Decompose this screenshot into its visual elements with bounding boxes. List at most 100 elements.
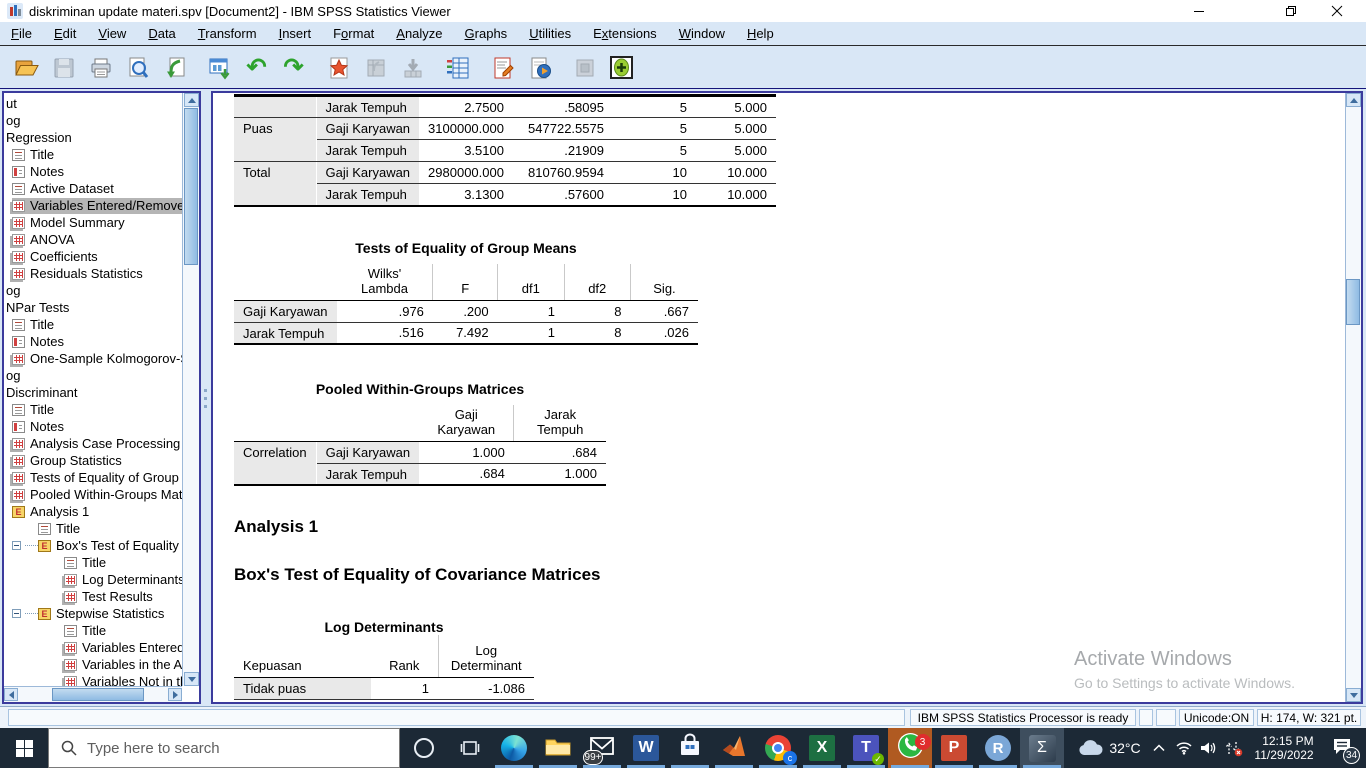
- outline-item[interactable]: Variables in the Ana: [4, 656, 182, 673]
- outline-item-inner[interactable]: Box's Test of Equality of C: [38, 538, 182, 554]
- restore-button[interactable]: [1268, 0, 1314, 22]
- store-taskbar-button[interactable]: [668, 728, 712, 768]
- outline-item-inner[interactable]: Discriminant: [6, 385, 81, 401]
- teams-taskbar-button[interactable]: T✓: [844, 728, 888, 768]
- outline-item[interactable]: og: [4, 112, 182, 129]
- outline-item[interactable]: Title: [4, 401, 182, 418]
- pooled-matrices-table[interactable]: Gaji KaryawanJarak TempuhCorrelationGaji…: [234, 405, 606, 486]
- outline-item-inner[interactable]: Model Summary: [12, 215, 128, 231]
- menu-transform[interactable]: Transform: [187, 26, 268, 41]
- collapse-expander-icon[interactable]: [12, 541, 21, 550]
- outline-item-inner[interactable]: Tests of Equality of Group Me: [12, 470, 182, 486]
- outline-item[interactable]: Residuals Statistics: [4, 265, 182, 282]
- sync-error-icon[interactable]: [1220, 728, 1248, 768]
- export-output-button[interactable]: [156, 50, 193, 85]
- outline-item-inner[interactable]: Title: [12, 317, 57, 333]
- outline-item[interactable]: NPar Tests: [4, 299, 182, 316]
- pane-splitter[interactable]: [204, 389, 208, 413]
- run-script-button[interactable]: [521, 50, 558, 85]
- volume-icon[interactable]: [1196, 728, 1220, 768]
- edit-syntax-button[interactable]: [484, 50, 521, 85]
- outline-item[interactable]: og: [4, 367, 182, 384]
- outline-item[interactable]: Title: [4, 622, 182, 639]
- r-taskbar-button[interactable]: R: [976, 728, 1020, 768]
- outline-item[interactable]: Analysis 1: [4, 503, 182, 520]
- outline-item[interactable]: Variables Not in the: [4, 673, 182, 686]
- close-button[interactable]: [1314, 0, 1360, 22]
- outline-item-inner[interactable]: ANOVA: [12, 232, 78, 248]
- outline-hscrollbar[interactable]: [4, 686, 182, 702]
- task-view-button[interactable]: [448, 728, 492, 768]
- action-center-button[interactable]: 34: [1322, 728, 1362, 768]
- explorer-taskbar-button[interactable]: [536, 728, 580, 768]
- outline-item-inner[interactable]: Notes: [12, 164, 67, 180]
- outline-item-inner[interactable]: One-Sample Kolmogorov-Sm: [12, 351, 182, 367]
- show-all-button[interactable]: [603, 50, 640, 85]
- log-determinants-table[interactable]: KepuasanRankLog DeterminantTidak puas1-1…: [234, 635, 534, 700]
- print-preview-button[interactable]: [119, 50, 156, 85]
- outline-item[interactable]: Title: [4, 520, 182, 537]
- outline-item[interactable]: Analysis Case Processing Su: [4, 435, 182, 452]
- outline-item[interactable]: Log Determinants: [4, 571, 182, 588]
- outline-item-inner[interactable]: Title: [64, 623, 109, 639]
- menu-utilities[interactable]: Utilities: [518, 26, 582, 41]
- outline-item[interactable]: Active Dataset: [4, 180, 182, 197]
- outline-item-inner[interactable]: Coefficients: [12, 249, 101, 265]
- outline-item-inner[interactable]: Stepwise Statistics: [38, 606, 167, 622]
- outline-item-inner[interactable]: Variables Not in the: [64, 674, 182, 687]
- whatsapp-taskbar-button[interactable]: 3: [888, 728, 932, 768]
- menu-data[interactable]: Data: [137, 26, 186, 41]
- outline-item-inner[interactable]: Title: [12, 402, 57, 418]
- outline-hscroll-thumb[interactable]: [52, 688, 144, 701]
- open-file-button[interactable]: [8, 50, 45, 85]
- excel-taskbar-button[interactable]: X: [800, 728, 844, 768]
- outline-item[interactable]: Tests of Equality of Group Me: [4, 469, 182, 486]
- redo-button[interactable]: ↷: [275, 50, 312, 85]
- outline-item[interactable]: Notes: [4, 333, 182, 350]
- menu-analyze[interactable]: Analyze: [385, 26, 453, 41]
- outline-item[interactable]: Group Statistics: [4, 452, 182, 469]
- menu-graphs[interactable]: Graphs: [454, 26, 519, 41]
- outline-item[interactable]: ut: [4, 95, 182, 112]
- undo-button[interactable]: ↶: [238, 50, 275, 85]
- outline-item-inner[interactable]: NPar Tests: [6, 300, 72, 316]
- outline-vscrollbar[interactable]: [182, 93, 199, 686]
- clock-tray-item[interactable]: 12:15 PM 11/29/2022: [1248, 728, 1320, 768]
- outline-item-inner[interactable]: ut: [6, 96, 20, 112]
- outline-item-inner[interactable]: Active Dataset: [12, 181, 117, 197]
- outline-item-inner[interactable]: Variables in the Ana: [64, 657, 182, 673]
- outline-item[interactable]: One-Sample Kolmogorov-Sm: [4, 350, 182, 367]
- print-button[interactable]: [82, 50, 119, 85]
- outline-item[interactable]: Discriminant: [4, 384, 182, 401]
- output-vscrollbar[interactable]: [1345, 93, 1361, 702]
- cortana-button[interactable]: [400, 728, 448, 768]
- outline-item[interactable]: Variables Entered/R: [4, 639, 182, 656]
- outline-item[interactable]: Box's Test of Equality of C: [4, 537, 182, 554]
- outline-item[interactable]: Coefficients: [4, 248, 182, 265]
- outline-item-inner[interactable]: Log Determinants: [64, 572, 182, 588]
- spss-taskbar-button[interactable]: Σ: [1020, 728, 1064, 768]
- outline-item-inner[interactable]: Variables Entered/R: [64, 640, 182, 656]
- edge-taskbar-button[interactable]: [492, 728, 536, 768]
- minimize-button[interactable]: [1176, 0, 1222, 22]
- outline-item[interactable]: Notes: [4, 418, 182, 435]
- outline-item[interactable]: Variables Entered/Removed: [4, 197, 182, 214]
- outline-item-inner[interactable]: Variables Entered/Removed: [12, 198, 182, 214]
- menu-edit[interactable]: Edit: [43, 26, 87, 41]
- outline-item[interactable]: Pooled Within-Groups Matric: [4, 486, 182, 503]
- outline-item-inner[interactable]: Title: [38, 521, 83, 537]
- word-taskbar-button[interactable]: W: [624, 728, 668, 768]
- menu-view[interactable]: View: [87, 26, 137, 41]
- taskbar-search-input[interactable]: Type here to search: [48, 728, 400, 768]
- outline-item-inner[interactable]: Test Results: [64, 589, 156, 605]
- outline-item[interactable]: og: [4, 282, 182, 299]
- outline-item-inner[interactable]: Title: [64, 555, 109, 571]
- menu-help[interactable]: Help: [736, 26, 785, 41]
- weather-tray-item[interactable]: 32°C: [1078, 728, 1140, 768]
- output-vscroll-thumb[interactable]: [1346, 279, 1360, 325]
- group-statistics-table[interactable]: Jarak Tempuh2.7500.5809555.000PuasGaji K…: [234, 94, 776, 207]
- outline-vscroll-thumb[interactable]: [184, 108, 198, 265]
- chrome-taskbar-button[interactable]: c: [756, 728, 800, 768]
- outline-item-inner[interactable]: Title: [12, 147, 57, 163]
- powerpoint-taskbar-button[interactable]: P: [932, 728, 976, 768]
